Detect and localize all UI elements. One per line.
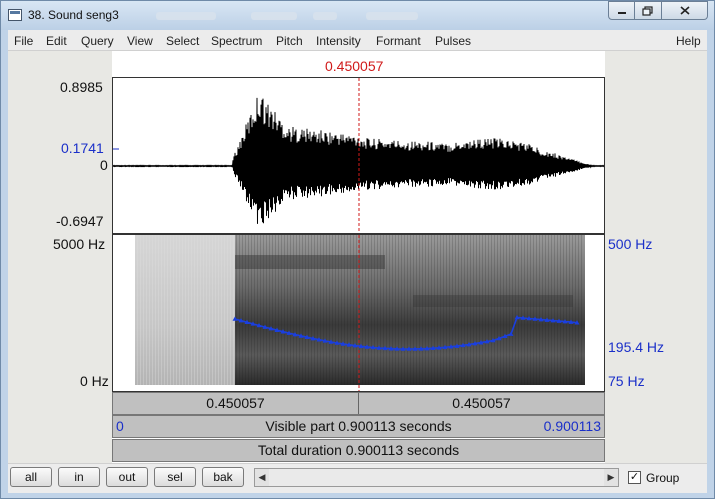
right-time-label: 0.450057 — [452, 395, 511, 411]
zoom-in-button[interactable]: in — [58, 467, 100, 487]
window-controls — [608, 1, 708, 21]
visible-start-time: 0 — [116, 418, 124, 434]
menu-pulses[interactable]: Pulses — [435, 34, 471, 48]
ghost-tab — [313, 12, 337, 20]
waveform-min-label: -0.6947 — [56, 213, 104, 229]
menu-spectrum[interactable]: Spectrum — [211, 34, 262, 48]
sound-editor-window: 38. Sound seng3 File Edit Query View Sel… — [0, 0, 715, 499]
waveform-max-label: 0.8985 — [60, 79, 103, 95]
ghost-tab — [156, 12, 216, 20]
menu-intensity[interactable]: Intensity — [316, 34, 361, 48]
minimize-button[interactable] — [608, 1, 635, 20]
ghost-tab — [366, 12, 418, 20]
left-margin — [8, 51, 112, 463]
window-app-icon — [8, 9, 22, 21]
menu-help[interactable]: Help — [676, 34, 701, 48]
menu-query[interactable]: Query — [81, 34, 114, 48]
zoom-all-button[interactable]: all — [10, 467, 52, 487]
zoom-back-button[interactable]: bak — [202, 467, 244, 487]
scroll-right-icon[interactable]: ▶ — [604, 469, 618, 486]
menu-view[interactable]: View — [127, 34, 153, 48]
visible-end-time: 0.900113 — [543, 418, 601, 434]
waveform-zero-label: 0 — [100, 157, 108, 173]
zoom-out-button[interactable]: out — [106, 467, 148, 487]
menu-file[interactable]: File — [14, 34, 33, 48]
ghost-tab — [251, 12, 297, 20]
scroll-left-icon[interactable]: ◀ — [255, 469, 269, 486]
menu-edit[interactable]: Edit — [46, 34, 67, 48]
minimize-icon — [617, 11, 626, 14]
waveform-plot — [113, 78, 604, 233]
close-icon — [679, 6, 690, 15]
group-checkbox[interactable]: ✓ — [628, 471, 641, 484]
spectrogram-max-freq: 5000 Hz — [53, 236, 106, 252]
waveform-cursor-value: 0.1741 — [61, 140, 104, 156]
visible-part-bar[interactable]: 0 Visible part 0.900113 seconds 0.900113 — [112, 415, 605, 438]
menu-select[interactable]: Select — [166, 34, 199, 48]
total-duration-text: Total duration 0.900113 seconds — [257, 442, 460, 458]
pitch-max-label: 500 Hz — [608, 236, 653, 252]
spectrogram-plot — [135, 235, 585, 391]
restore-icon — [642, 5, 653, 16]
right-margin — [605, 51, 707, 463]
selection-time-bar[interactable]: 0.450057 0.450057 — [112, 392, 605, 415]
visible-part-text: Visible part 0.900113 seconds — [265, 418, 452, 434]
pitch-value-label: 195.4 Hz — [608, 339, 665, 355]
maximize-button[interactable] — [635, 1, 662, 20]
spectrogram-min-freq: 0 Hz — [80, 373, 109, 389]
spectrogram-panel[interactable] — [112, 234, 605, 392]
title-bar: 38. Sound seng3 — [1, 1, 714, 30]
menu-bar: File Edit Query View Select Spectrum Pit… — [8, 30, 707, 51]
waveform-panel[interactable] — [112, 77, 605, 234]
left-time-label: 0.450057 — [206, 395, 265, 411]
cursor-time-label: 0.450057 — [325, 58, 384, 74]
window-title: 38. Sound seng3 — [28, 8, 119, 22]
group-label: Group — [646, 471, 680, 485]
menu-pitch[interactable]: Pitch — [276, 34, 303, 48]
pitch-min-label: 75 Hz — [608, 373, 645, 389]
total-duration-bar[interactable]: Total duration 0.900113 seconds — [112, 439, 605, 462]
bottom-toolbar: all in out sel bak ◀ ▶ ✓ Group — [8, 463, 707, 493]
zoom-selection-button[interactable]: sel — [154, 467, 196, 487]
menu-formant[interactable]: Formant — [376, 34, 421, 48]
horizontal-scrollbar[interactable]: ◀ ▶ — [254, 468, 619, 487]
close-button[interactable] — [662, 1, 708, 20]
